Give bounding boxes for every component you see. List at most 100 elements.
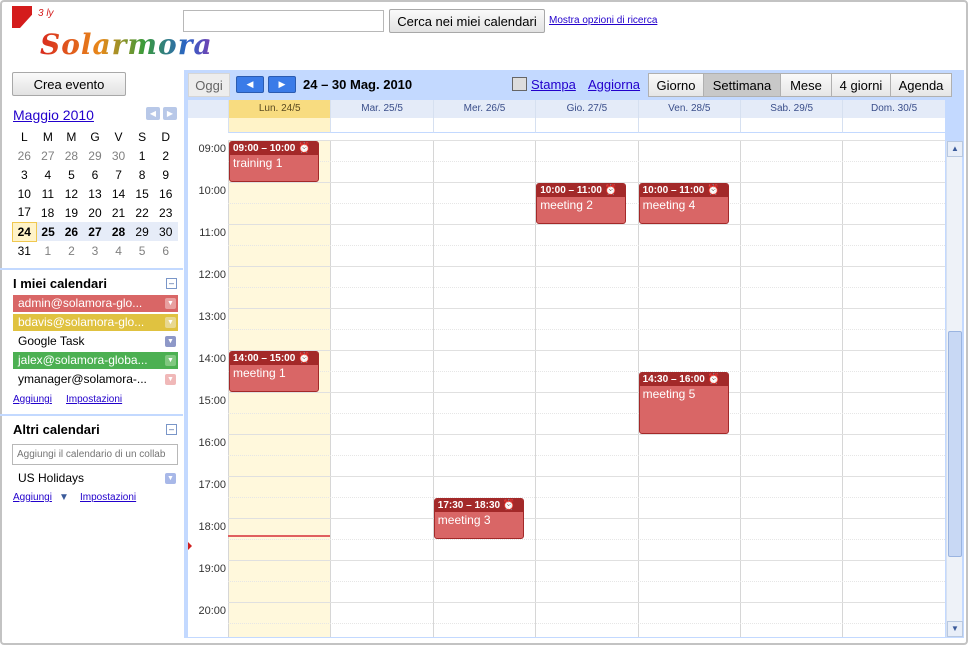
mini-calendar-title[interactable]: Maggio 2010 xyxy=(13,107,94,123)
mini-next-month-icon[interactable]: ▶ xyxy=(163,107,177,120)
all-day-cell[interactable] xyxy=(740,118,843,133)
day-column[interactable] xyxy=(432,140,535,637)
scroll-up-icon[interactable]: ▲ xyxy=(947,141,963,157)
all-day-cell[interactable] xyxy=(228,118,331,133)
calendar-item-us-holidays[interactable]: US Holidays ▼ xyxy=(13,470,178,487)
mini-day[interactable]: 3 xyxy=(83,241,107,260)
mini-day[interactable]: 29 xyxy=(130,222,154,241)
mini-day[interactable]: 2 xyxy=(154,146,178,165)
all-day-cell[interactable] xyxy=(842,118,945,133)
search-calendars-button[interactable]: Cerca nei miei calendari xyxy=(389,9,545,33)
my-calendars-title[interactable]: I miei calendari xyxy=(13,276,107,291)
calendar-event[interactable]: 09:00 – 10:00 ⏰ training 1 xyxy=(229,141,319,182)
calendar-item[interactable]: jalex@solamora-globa... ▼ xyxy=(13,352,178,369)
view-tab[interactable]: 4 giorni xyxy=(831,73,891,97)
mini-prev-month-icon[interactable]: ◀ xyxy=(146,107,160,120)
mini-day[interactable]: 27 xyxy=(36,146,60,165)
mini-day[interactable]: 19 xyxy=(60,203,84,222)
grid-scrollbar[interactable]: ▲ ▼ xyxy=(946,141,963,637)
mini-day[interactable]: 11 xyxy=(36,184,60,203)
day-header[interactable]: Mar. 25/5 xyxy=(330,100,433,118)
add-calendar-link[interactable]: Aggiungi xyxy=(13,394,52,405)
add-dropdown-icon[interactable]: ▼ xyxy=(59,492,69,503)
calendar-menu-icon[interactable]: ▼ xyxy=(165,374,176,385)
scroll-thumb[interactable] xyxy=(948,331,962,557)
calendar-menu-icon[interactable]: ▼ xyxy=(165,355,176,366)
mini-day[interactable]: 10 xyxy=(13,184,37,203)
mini-day[interactable]: 18 xyxy=(36,203,60,222)
calendar-event[interactable]: 10:00 – 11:00 ⏰ meeting 2 xyxy=(536,183,627,224)
add-other-calendar-link[interactable]: Aggiungi xyxy=(13,492,52,503)
view-tab[interactable]: Settimana xyxy=(703,73,781,97)
mini-day[interactable]: 14 xyxy=(107,184,131,203)
calendar-menu-icon[interactable]: ▼ xyxy=(165,317,176,328)
today-button[interactable]: Oggi xyxy=(188,73,230,97)
calendar-settings-link[interactable]: Impostazioni xyxy=(66,394,122,405)
other-calendars-title[interactable]: Altri calendari xyxy=(13,422,100,437)
calendar-event[interactable]: 14:00 – 15:00 ⏰ meeting 1 xyxy=(229,351,319,392)
view-tab[interactable]: Agenda xyxy=(890,73,952,97)
calendar-event[interactable]: 17:30 – 18:30 ⏰ meeting 3 xyxy=(433,498,524,539)
calendar-event[interactable]: 10:00 – 11:00 ⏰ meeting 4 xyxy=(638,183,729,224)
mini-day[interactable]: 7 xyxy=(107,165,131,184)
calendar-menu-icon[interactable]: ▼ xyxy=(165,473,176,484)
create-event-button[interactable]: Crea evento xyxy=(12,72,126,96)
mini-day[interactable]: 17 xyxy=(13,203,37,222)
mini-day[interactable]: 16 xyxy=(154,184,178,203)
print-link[interactable]: Stampa xyxy=(531,77,576,92)
mini-day[interactable]: 5 xyxy=(60,165,84,184)
prev-week-icon[interactable]: ◀ xyxy=(236,76,264,93)
mini-day[interactable]: 26 xyxy=(13,146,37,165)
mini-day[interactable]: 20 xyxy=(83,203,107,222)
day-header[interactable]: Lun. 24/5 xyxy=(228,100,331,118)
mini-day[interactable]: 13 xyxy=(83,184,107,203)
mini-day[interactable]: 15 xyxy=(130,184,154,203)
all-day-cell[interactable] xyxy=(535,118,638,133)
mini-day[interactable]: 5 xyxy=(130,241,154,260)
view-tab[interactable]: Giorno xyxy=(648,73,704,97)
collapse-my-calendars-icon[interactable]: – xyxy=(166,278,177,289)
calendar-item[interactable]: bdavis@solamora-glo... ▼ xyxy=(13,314,178,331)
print-icon[interactable] xyxy=(512,77,527,91)
mini-day[interactable]: 28 xyxy=(60,146,84,165)
mini-day[interactable]: 4 xyxy=(107,241,131,260)
mini-day[interactable]: 22 xyxy=(130,203,154,222)
day-column[interactable] xyxy=(740,140,842,637)
calendar-item[interactable]: admin@solamora-glo... ▼ xyxy=(13,295,178,312)
mini-day[interactable]: 28 xyxy=(106,222,131,241)
next-week-icon[interactable]: ▶ xyxy=(268,76,296,93)
scroll-down-icon[interactable]: ▼ xyxy=(947,621,963,637)
refresh-link[interactable]: Aggiorna xyxy=(588,77,640,92)
search-options-link[interactable]: Mostra opzioni di ricerca xyxy=(549,15,657,26)
mini-day[interactable]: 6 xyxy=(154,241,178,260)
mini-day[interactable]: 27 xyxy=(83,222,107,241)
calendar-menu-icon[interactable]: ▼ xyxy=(165,336,176,347)
search-input[interactable] xyxy=(183,10,384,32)
mini-day[interactable]: 24 xyxy=(12,221,37,242)
day-column[interactable] xyxy=(842,140,944,637)
mini-day[interactable]: 29 xyxy=(83,146,107,165)
calendar-item[interactable]: ymanager@solamora-... ▼ xyxy=(13,371,178,388)
solarmora-logo[interactable]: 3 ly Solarmora xyxy=(12,6,212,64)
add-coworker-calendar-input[interactable] xyxy=(12,444,178,465)
mini-day[interactable]: 23 xyxy=(154,203,178,222)
mini-day[interactable]: 12 xyxy=(60,184,84,203)
mini-day[interactable]: 9 xyxy=(154,165,178,184)
mini-day[interactable]: 26 xyxy=(59,222,84,241)
mini-day[interactable]: 1 xyxy=(130,146,154,165)
calendar-menu-icon[interactable]: ▼ xyxy=(165,298,176,309)
all-day-cell[interactable] xyxy=(330,118,433,133)
mini-day[interactable]: 21 xyxy=(107,203,131,222)
all-day-cell[interactable] xyxy=(637,118,740,133)
mini-day[interactable]: 25 xyxy=(36,222,60,241)
other-calendar-settings-link[interactable]: Impostazioni xyxy=(80,492,136,503)
collapse-other-calendars-icon[interactable]: – xyxy=(166,424,177,435)
mini-day[interactable]: 4 xyxy=(36,165,60,184)
all-day-cell[interactable] xyxy=(432,118,536,133)
calendar-item[interactable]: Google Task ▼ xyxy=(13,333,178,350)
day-header[interactable]: Sab. 29/5 xyxy=(740,100,843,118)
mini-day[interactable]: 8 xyxy=(130,165,154,184)
mini-day[interactable]: 30 xyxy=(153,222,178,241)
mini-day[interactable]: 30 xyxy=(107,146,131,165)
mini-day[interactable]: 31 xyxy=(13,241,37,260)
